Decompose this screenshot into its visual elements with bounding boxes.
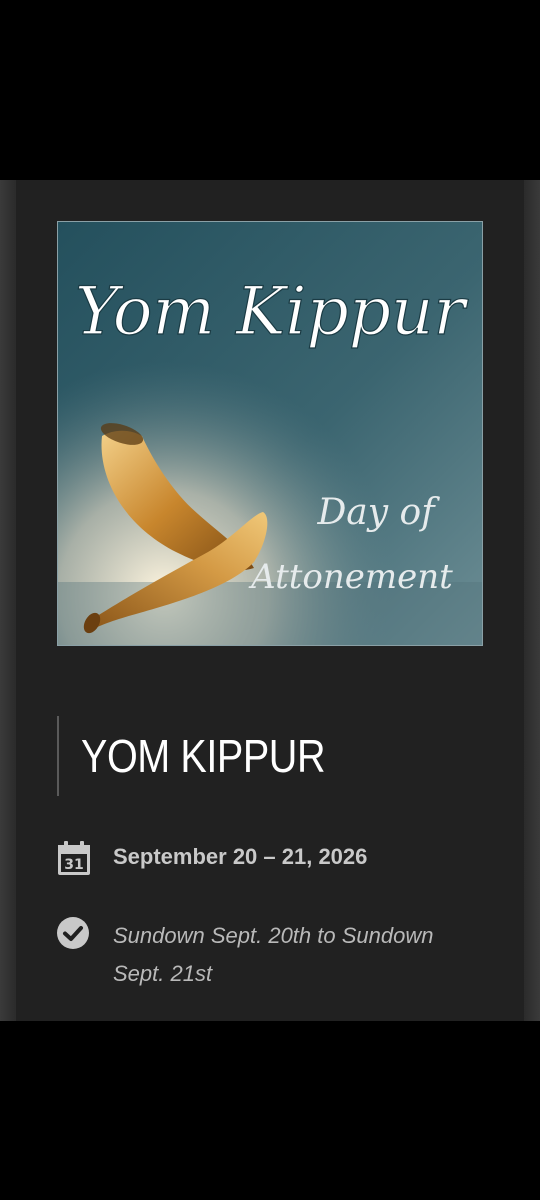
- event-title-block: YOM KIPPUR: [57, 716, 365, 796]
- hero-subtitle-1: Day of: [316, 492, 440, 533]
- status-bar-area: [0, 0, 540, 180]
- event-image[interactable]: Yom Kippur Day of Attonement: [57, 221, 483, 646]
- page-title: YOM KIPPUR: [81, 730, 326, 782]
- calendar-icon: 31: [58, 841, 90, 875]
- event-time-note: Sundown Sept. 20th to Sundown Sept. 21st: [113, 923, 434, 986]
- check-circle-icon: [57, 917, 89, 949]
- event-date-row: 31 September 20 – 21, 2026: [57, 838, 497, 878]
- right-edge: [524, 180, 540, 1021]
- event-date: September 20 – 21, 2026: [113, 844, 368, 869]
- hero-subtitle-2: Attonement: [248, 557, 453, 597]
- left-edge: [0, 180, 16, 1021]
- event-time-row: Sundown Sept. 20th to Sundown Sept. 21st: [57, 915, 477, 995]
- navigation-bar-area: [0, 1021, 540, 1200]
- hero-script-title: Yom Kippur: [75, 273, 469, 350]
- svg-text:31: 31: [64, 857, 83, 873]
